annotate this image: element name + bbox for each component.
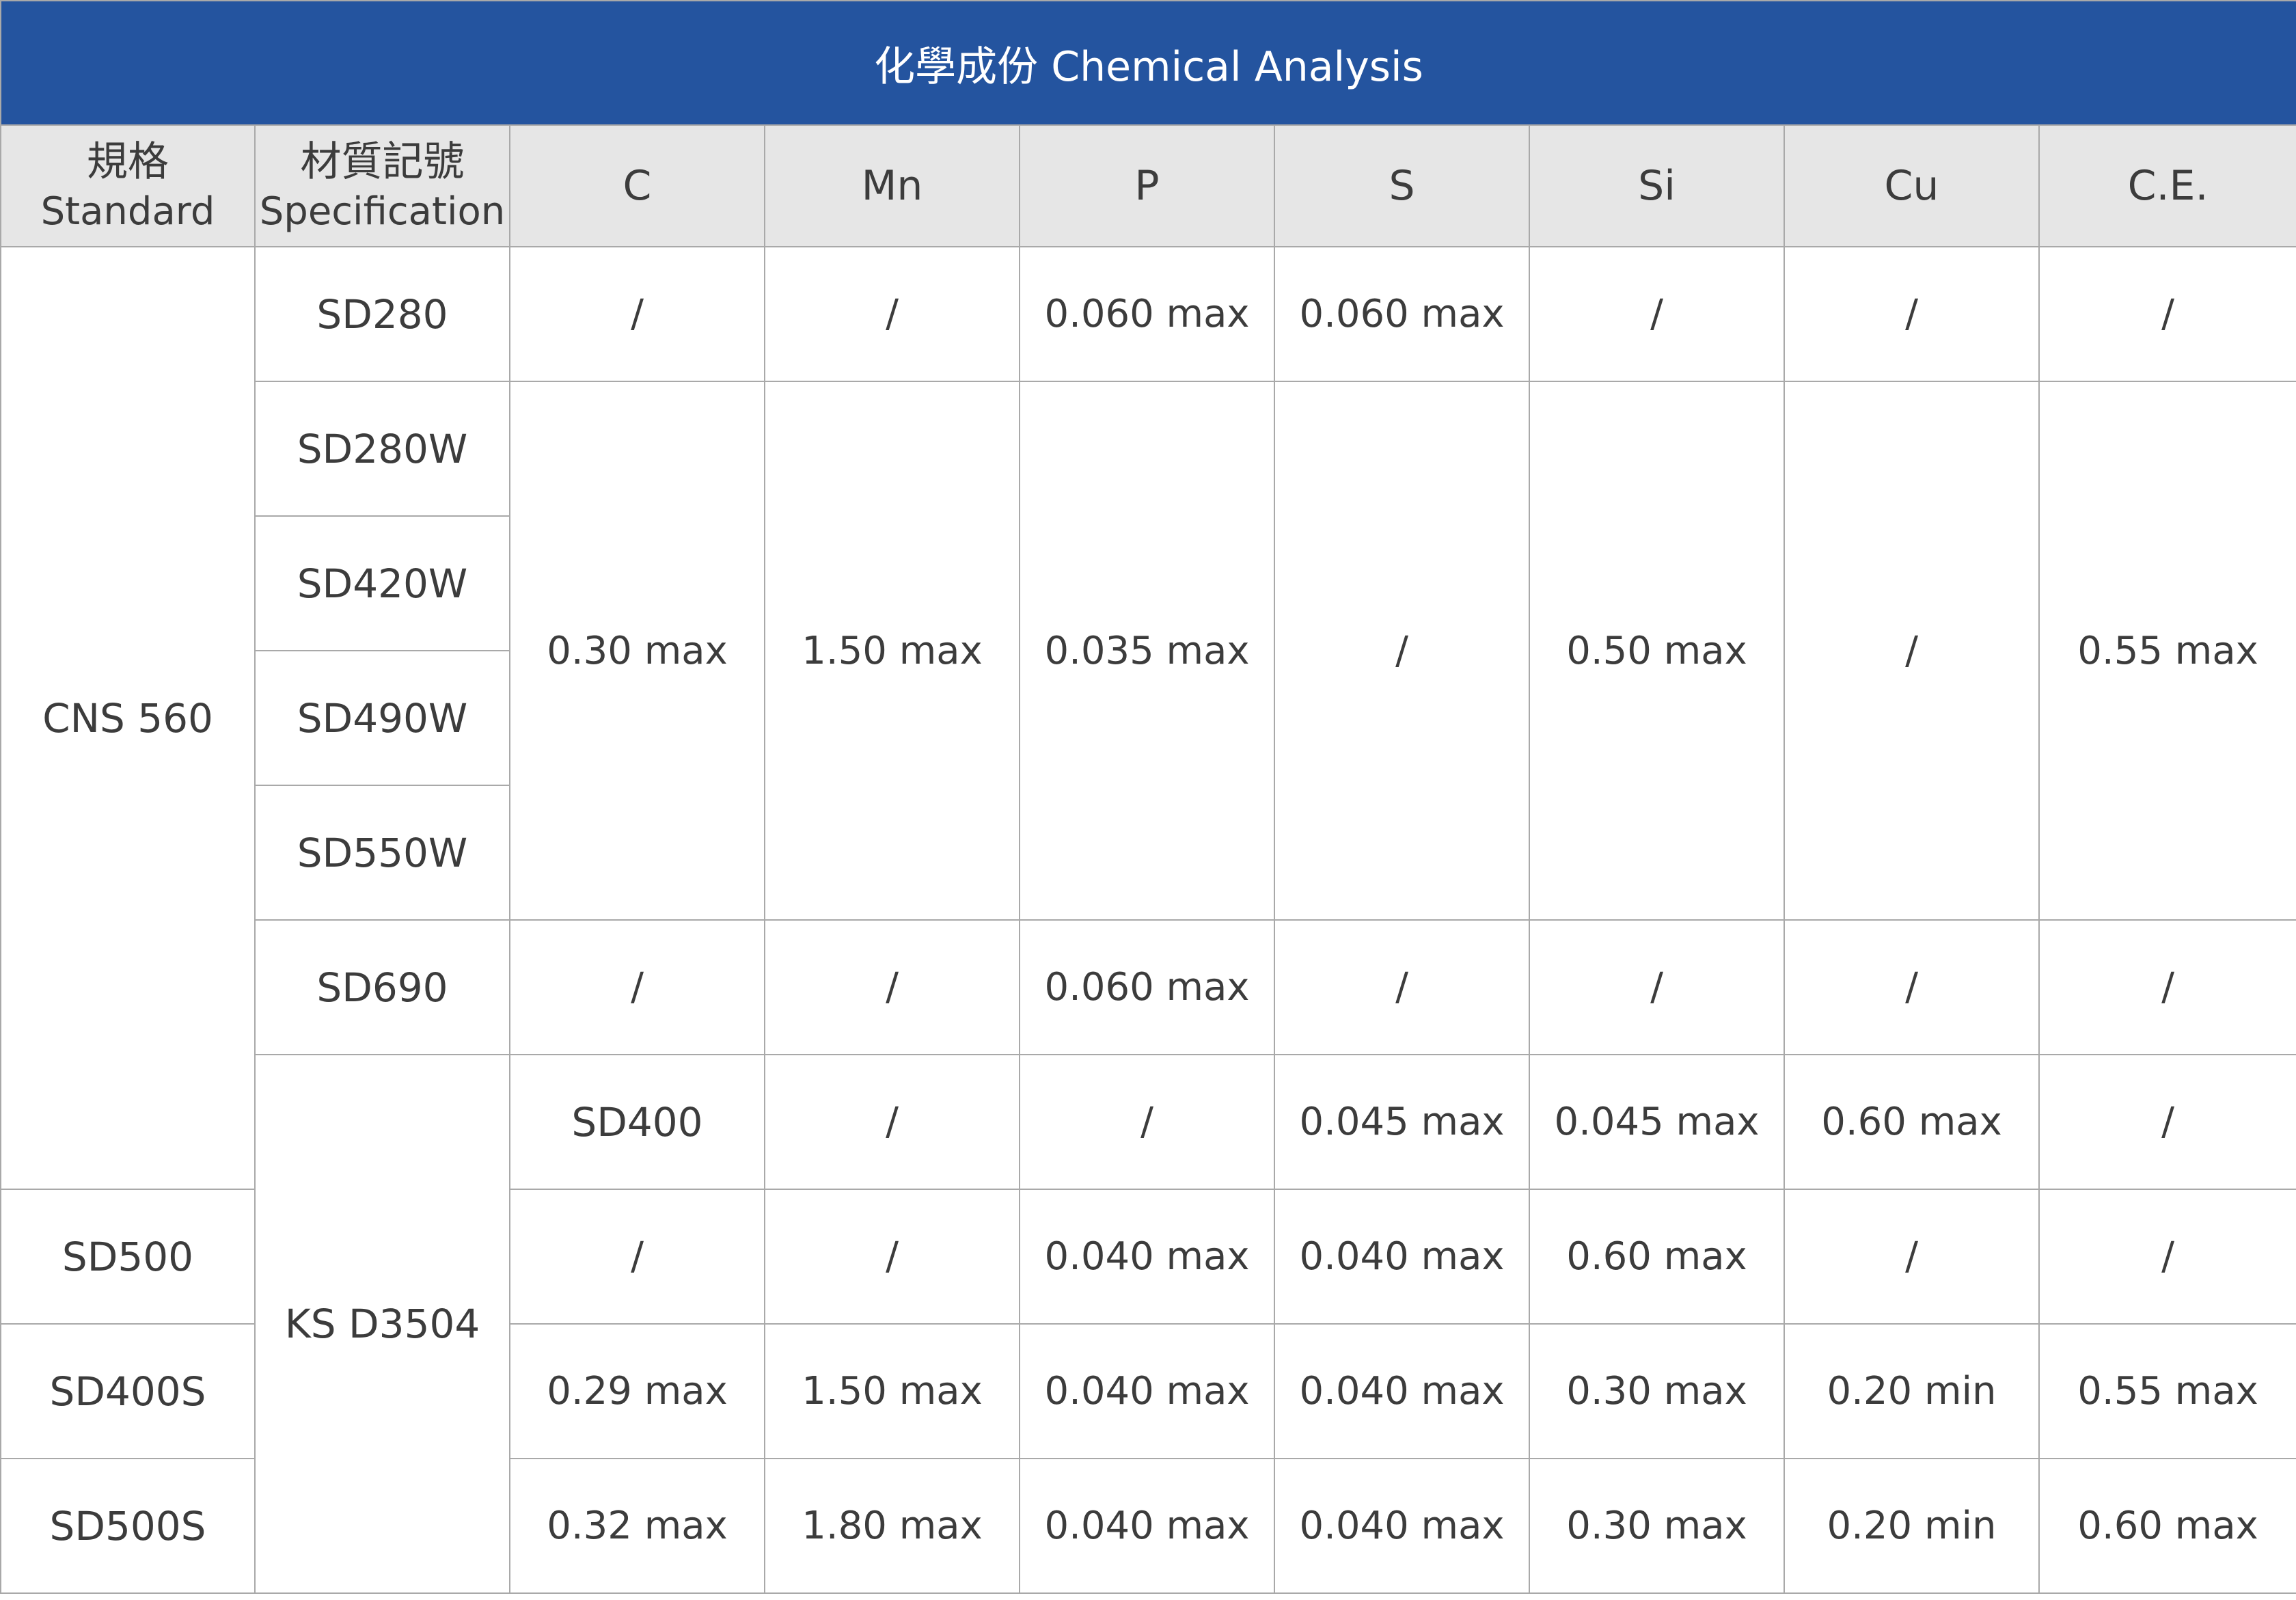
spec-sd400: SD400 [509,1054,765,1190]
cell: / [1784,246,2040,382]
column-header-row: 規格 Standard 材質記號 Specification C Mn P S … [0,124,2296,247]
cell: 0.040 max [1274,1458,1530,1594]
header-standard-zh: 規格 [87,137,169,186]
spec-sd550w: SD550W [254,785,510,921]
cell: 0.55 max [2038,1323,2296,1459]
table-row-sd280w: SD280W 0.30 max 1.50 max 0.035 max / 0.5… [1,381,2296,921]
cell: 0.060 max [1274,246,1530,382]
cell: 1.80 max [764,1458,1020,1594]
cell: 0.040 max [1019,1458,1275,1594]
cell: / [509,1189,765,1325]
cell-merged: / [1274,381,1530,921]
table-title: 化學成份 Chemical Analysis [0,0,2296,126]
header-mn: Mn [764,124,1020,247]
cell: 0.32 max [509,1458,765,1594]
cell: / [2038,1189,2296,1325]
cell: 0.30 max [1529,1323,1785,1459]
cell: / [509,246,765,382]
cell: / [764,919,1020,1055]
cell: 0.040 max [1019,1189,1275,1325]
cell: 0.045 max [1274,1054,1530,1190]
cell-merged: 1.50 max [764,381,1020,921]
spec-sd500: SD500 [0,1189,256,1325]
spec-sd400s: SD400S [0,1323,256,1459]
cell: 0.060 max [1019,919,1275,1055]
header-ce: C.E. [2038,124,2296,247]
cell: / [1019,1054,1275,1190]
cell: / [1784,919,2040,1055]
header-spec-en: Specification [259,189,506,234]
cell: / [1529,919,1785,1055]
spec-sd280: SD280 [254,246,510,382]
header-si: Si [1529,124,1785,247]
cell: / [2038,1054,2296,1190]
table-row-sd690: SD690 / / 0.060 max / / / / [1,919,2296,1055]
table-row-sd400: KS D3504 SD400 / / 0.045 max 0.045 max 0… [1,1054,2296,1594]
cell: / [1784,1189,2040,1325]
cell-merged: 0.035 max [1019,381,1275,921]
cell: / [1274,919,1530,1055]
standard-cns-560: CNS 560 [0,246,256,1190]
header-p: P [1019,124,1275,247]
cell: / [764,246,1020,382]
cell: / [509,919,765,1055]
cell: 0.040 max [1019,1323,1275,1459]
cell: 0.30 max [1529,1458,1785,1594]
spec-sd490w: SD490W [254,650,510,786]
cell: / [764,1189,1020,1325]
cell-merged: 0.55 max [2038,381,2296,921]
spec-sd280w: SD280W [254,381,510,517]
cell: 0.60 max [1529,1189,1785,1325]
cell: 0.60 max [1784,1054,2040,1190]
cell-merged: / [1784,381,2040,921]
header-spec-zh: 材質記號 [300,137,465,186]
cell-merged: 0.30 max [509,381,765,921]
header-standard: 規格 Standard [0,124,256,247]
cell: / [2038,246,2296,382]
header-c: C [509,124,765,247]
cell: / [2038,919,2296,1055]
spec-sd420w: SD420W [254,515,510,651]
cell-merged: 0.50 max [1529,381,1785,921]
chemical-analysis-table: 化學成份 Chemical Analysis 規格 Standard 材質記號 … [0,0,2296,1594]
cell: 0.20 min [1784,1323,2040,1459]
cell: 0.29 max [509,1323,765,1459]
cell: 1.50 max [764,1323,1020,1459]
spec-sd690: SD690 [254,919,510,1055]
table-row-sd280: CNS 560 SD280 / / 0.060 max 0.060 max / … [0,246,2296,1190]
cell: 0.060 max [1019,246,1275,382]
header-specification: 材質記號 Specification [254,124,510,247]
cell: 0.60 max [2038,1458,2296,1594]
cell: 0.20 min [1784,1458,2040,1594]
header-cu: Cu [1784,124,2040,247]
standard-ks-d3504: KS D3504 [254,1054,510,1594]
table-title-row: 化學成份 Chemical Analysis [0,0,2296,126]
header-standard-en: Standard [40,189,215,234]
header-s: S [1274,124,1530,247]
cell: / [1529,246,1785,382]
cell: 0.040 max [1274,1323,1530,1459]
cell: 0.040 max [1274,1189,1530,1325]
cell: / [764,1054,1020,1190]
spec-sd500s: SD500S [0,1458,256,1594]
cell: 0.045 max [1529,1054,1785,1190]
